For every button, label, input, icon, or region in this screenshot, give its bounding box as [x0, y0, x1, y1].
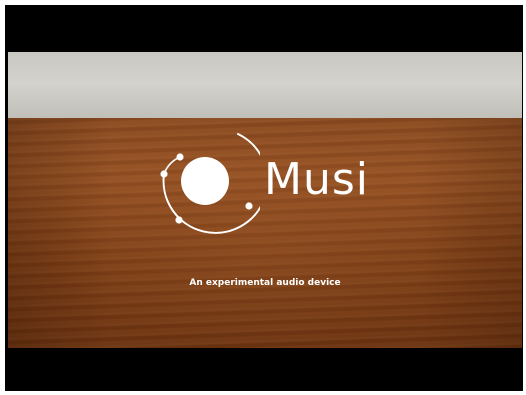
orbit-logo-icon — [160, 133, 260, 234]
video-frame: Musi An experimental audio device — [0, 0, 526, 395]
background-wooden-table — [8, 118, 522, 348]
background-wall — [8, 52, 522, 122]
brand-name: Musi — [264, 154, 369, 205]
video-content: Musi An experimental audio device — [8, 52, 522, 348]
tagline: An experimental audio device — [189, 278, 341, 288]
video-player[interactable]: Musi An experimental audio device — [5, 5, 523, 391]
